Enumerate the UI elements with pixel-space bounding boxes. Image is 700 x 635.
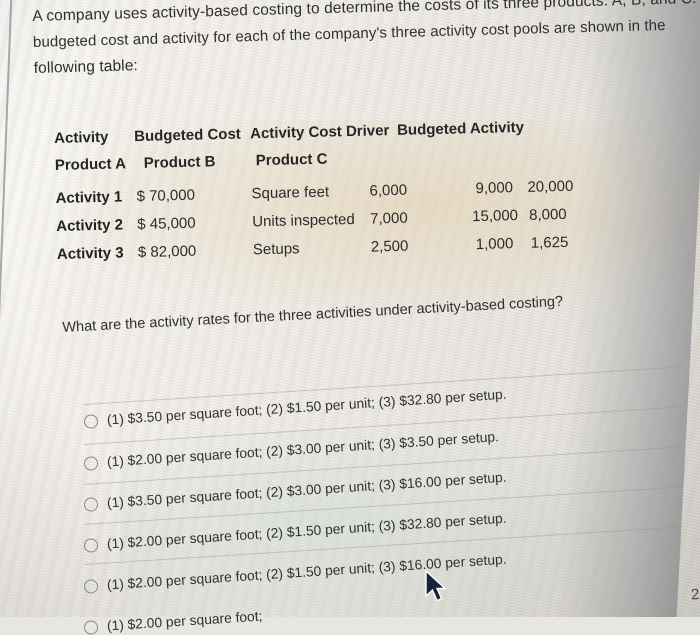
answer-option-1[interactable]: (1) $3.50 per square foot; (2) $1.50 per… (83, 387, 507, 429)
answer-option-4[interactable]: (1) $2.00 per square foot; (2) $1.50 per… (83, 510, 507, 553)
answer-option-6[interactable]: (1) $2.00 per square foot; (83, 608, 263, 635)
activity-cost-table: Activity Budgeted Cost Activity Cost Dri… (54, 116, 657, 274)
row2-product-a: 7,000 (369, 209, 408, 228)
answer-option-2[interactable]: (1) $2.00 per square foot; (2) $3.00 per… (83, 429, 500, 471)
option-label: (1) $2.00 per square foot; (106, 608, 263, 634)
option-label: (1) $3.50 per square foot; (2) $3.00 per… (106, 469, 507, 511)
row3-cost: $ 82,000 (137, 242, 197, 262)
page-number-fragment: 2. (691, 585, 700, 604)
row3-product-b: 1,000 (475, 235, 514, 254)
option-label: (1) $2.00 per square foot; (2) $1.50 per… (106, 510, 507, 552)
question-content: A company uses activity-based costing to… (0, 0, 700, 635)
row3-activity: Activity 3 (56, 244, 124, 263)
row2-cost: $ 45,000 (137, 214, 196, 234)
header-activity: Activity (54, 128, 109, 147)
row3-driver: Setups (252, 240, 300, 259)
question-prompt: A company uses activity-based costing to… (32, 0, 700, 82)
answer-option-3[interactable]: (1) $3.50 per square foot; (2) $3.00 per… (83, 469, 507, 512)
header-product-a: Product A (54, 155, 127, 174)
radio-button-icon[interactable] (83, 455, 99, 471)
header-cost-driver: Activity Cost Driver (249, 122, 390, 143)
radio-button-icon[interactable] (83, 496, 99, 512)
row3-product-c: 1,625 (530, 233, 569, 252)
header-product-b: Product B (143, 153, 216, 172)
row2-activity: Activity 2 (56, 216, 124, 235)
radio-button-icon[interactable] (83, 413, 99, 429)
question-text: What are the activity rates for the thre… (62, 293, 564, 336)
header-product-c: Product C (255, 150, 328, 170)
radio-button-icon[interactable] (83, 578, 99, 594)
radio-button-icon[interactable] (83, 619, 99, 635)
row2-product-c: 8,000 (528, 205, 567, 224)
row1-product-b: 9,000 (475, 179, 514, 198)
header-budgeted-cost: Budgeted Cost (133, 125, 242, 146)
row1-product-c: 20,000 (527, 177, 574, 196)
row3-product-a: 2,500 (370, 237, 409, 256)
row1-cost: $ 70,000 (136, 186, 196, 206)
radio-button-icon[interactable] (83, 537, 99, 553)
row1-product-a: 6,000 (369, 181, 408, 200)
mouse-cursor-icon (425, 570, 447, 602)
row1-driver: Square feet (251, 183, 330, 203)
row2-product-b: 15,000 (471, 207, 519, 226)
option-label: (1) $2.00 per square foot; (2) $3.00 per… (106, 429, 500, 470)
row2-driver: Units inspected (252, 210, 355, 231)
row1-activity: Activity 1 (55, 188, 123, 207)
header-budgeted-activity: Budgeted Activity (396, 118, 525, 139)
